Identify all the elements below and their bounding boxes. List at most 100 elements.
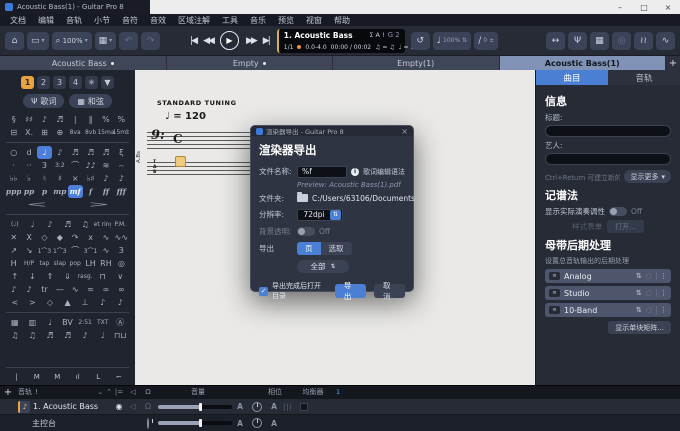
palette-tool-button[interactable]: ♩ xyxy=(41,316,59,329)
kebab-menu-icon[interactable]: ⋮ xyxy=(656,289,667,297)
palette-tool-button[interactable]: 3:2 xyxy=(52,159,67,172)
home-button[interactable]: ⌂ xyxy=(5,32,24,50)
palette-tool-button[interactable]: — xyxy=(52,283,67,296)
mute-column-icon[interactable]: ◁ xyxy=(126,388,140,396)
palette-tool-button[interactable]: ♩ xyxy=(94,329,112,342)
palette-tool-button[interactable]: ♪ xyxy=(52,146,67,159)
resolution-stepper[interactable]: 72dpi ⇅ xyxy=(297,209,343,221)
stylesheet-open-button[interactable]: 打开... xyxy=(607,220,644,233)
palette-tool-button[interactable]: TXT xyxy=(94,316,112,329)
minimize-button[interactable]: – xyxy=(608,0,632,14)
palette-tool-button[interactable]: 1⌒3 xyxy=(37,244,52,257)
kebab-menu-icon[interactable]: ⋮ xyxy=(656,306,667,314)
power-icon[interactable]: ○ xyxy=(646,306,652,314)
mastering-preset-row[interactable]: ≡10-Band⇅○⋮ xyxy=(545,303,671,317)
palette-tool-button[interactable]: ♪ xyxy=(21,283,36,296)
power-icon[interactable]: ○ xyxy=(646,289,652,297)
palette-tool-button[interactable]: ⌒ xyxy=(68,159,83,172)
palette-tool-button[interactable]: ↘ xyxy=(21,244,36,257)
palette-tool-button[interactable]: ppp xyxy=(6,185,21,198)
palette-tool-button[interactable]: ♬ xyxy=(59,329,77,342)
export-selection-option[interactable]: 选取 xyxy=(321,242,352,255)
zoom-control[interactable]: ⌕ 100% ▾ xyxy=(52,32,92,50)
palette-tool-button[interactable]: ⇓ xyxy=(59,270,77,283)
palette-tool-button[interactable]: ♭ xyxy=(21,172,36,185)
palette-tool-button[interactable]: ♪ xyxy=(76,329,94,342)
visibility-eye-icon[interactable]: ◉ xyxy=(112,402,126,411)
palette-tool-button[interactable]: ♫ xyxy=(24,329,42,342)
pan-automation-badge[interactable]: A xyxy=(268,402,280,411)
palette-tool-button[interactable]: ↗ xyxy=(6,244,21,257)
palette-tool-button[interactable]: P.M. xyxy=(111,218,129,231)
palette-tool-button[interactable]: < xyxy=(6,296,24,309)
palette-tool-button[interactable]: p xyxy=(37,185,52,198)
palette-tool-button[interactable]: · xyxy=(6,159,21,172)
tempo-control[interactable]: ♩ 100% ⇅ xyxy=(433,32,471,50)
palette-tool-button[interactable]: ⌢ xyxy=(114,159,129,172)
folder-icon[interactable] xyxy=(297,194,308,202)
palette-tool-button[interactable]: ⊕ xyxy=(52,126,67,139)
mixer-track-row[interactable]: ♪ 1. Acoustic Bass ◉ ◁ Ω A A ||| xyxy=(0,399,680,416)
marker-tool-button[interactable]: M xyxy=(47,370,68,383)
layout-button[interactable]: ▦▾ xyxy=(95,32,117,50)
stepper-icon[interactable]: ⇅ xyxy=(636,306,642,314)
close-button[interactable]: × xyxy=(656,0,680,14)
palette-tool-button[interactable]: ♬ xyxy=(41,329,59,342)
show-more-button[interactable]: 显示更多▾ xyxy=(624,170,671,183)
go-end-button[interactable]: ▶| xyxy=(261,36,271,46)
palette-tool-button[interactable]: ff xyxy=(98,185,113,198)
instrument-button[interactable]: ∿ xyxy=(656,32,675,50)
lcd-display[interactable]: 1. Acoustic Bass Σ A ! G 2 1/1 0.0-4.0 0… xyxy=(277,29,405,53)
maximize-button[interactable]: □ xyxy=(632,0,656,14)
palette-tool-button[interactable]: | xyxy=(68,113,83,126)
palette-tool-button[interactable]: ♮ xyxy=(37,172,52,185)
info-icon[interactable]: i xyxy=(351,168,359,176)
palette-tool-button[interactable]: ⊞ xyxy=(37,126,52,139)
palette-tool-button[interactable]: Ⓐ xyxy=(111,316,129,329)
palette-tool-button[interactable]: X. xyxy=(21,126,36,139)
master-volume-slider[interactable] xyxy=(158,421,232,425)
undo-button[interactable]: ↶ xyxy=(119,32,138,50)
palette-tool-button[interactable]: ⊟ xyxy=(6,126,21,139)
palette-tool-button[interactable]: 15ma xyxy=(98,126,113,139)
palette-tool-button[interactable]: rasg. xyxy=(76,270,94,283)
palette-tool-button[interactable]: ♯♯ xyxy=(21,113,36,126)
voice-button-6[interactable]: ▼ xyxy=(101,76,114,89)
palette-tool-button[interactable]: (♩) xyxy=(6,218,24,231)
palette-tool-button[interactable]: ○ xyxy=(6,146,21,159)
add-track-button[interactable]: + xyxy=(0,387,16,398)
go-start-button[interactable]: |◀ xyxy=(188,36,198,46)
stepper-icon[interactable]: ⇅ xyxy=(636,289,642,297)
chords-button[interactable]: ▦和弦 xyxy=(69,94,112,108)
palette-tool-button[interactable]: ♬ xyxy=(83,146,98,159)
open-folder-checkbox[interactable]: ✓ xyxy=(259,287,268,296)
forward-button[interactable]: ▶▶ xyxy=(244,36,258,46)
palette-tool-button[interactable]: ∞ xyxy=(98,283,113,296)
palette-tool-button[interactable]: ♪ xyxy=(6,283,21,296)
voice-button-2[interactable]: 2 xyxy=(37,76,50,89)
mastering-preset-row[interactable]: ≡Analog⇅○⋮ xyxy=(545,269,671,283)
palette-tool-button[interactable]: ↓ xyxy=(24,270,42,283)
palette-tool-button[interactable]: ♪ xyxy=(94,296,112,309)
document-tab[interactable]: Empty xyxy=(167,56,334,70)
power-icon[interactable]: ○ xyxy=(646,272,652,280)
palette-tool-button[interactable]: ♫ xyxy=(76,218,94,231)
tab-track[interactable]: 音轨 xyxy=(608,70,680,85)
palette-tool-button[interactable]: d xyxy=(21,146,36,159)
menu-item-帮助[interactable]: 帮助 xyxy=(328,15,356,26)
palette-tool-button[interactable]: ⇑ xyxy=(41,270,59,283)
palette-tool-button[interactable]: > xyxy=(24,296,42,309)
master-pan-knob[interactable] xyxy=(252,418,262,428)
export-page-option[interactable]: 页 xyxy=(297,242,321,255)
palette-tool-button[interactable]: mf xyxy=(68,185,83,198)
palette-tool-button[interactable]: ♭♯ xyxy=(83,172,98,185)
palette-tool-button[interactable]: H xyxy=(6,257,21,270)
palette-tool-button[interactable]: ⊓ xyxy=(94,270,112,283)
palette-tool-button[interactable]: ≋ xyxy=(98,159,113,172)
stepper-icon[interactable]: ⇅ xyxy=(330,210,341,220)
microphone-button[interactable]: Ψ xyxy=(568,32,587,50)
tab-song[interactable]: 曲目 xyxy=(536,70,608,85)
tuner-button[interactable]: ≀≀ xyxy=(634,32,653,50)
mute-icon[interactable]: ◁ xyxy=(126,402,140,411)
document-tab[interactable]: Acoustic Bass(1) xyxy=(500,56,667,70)
